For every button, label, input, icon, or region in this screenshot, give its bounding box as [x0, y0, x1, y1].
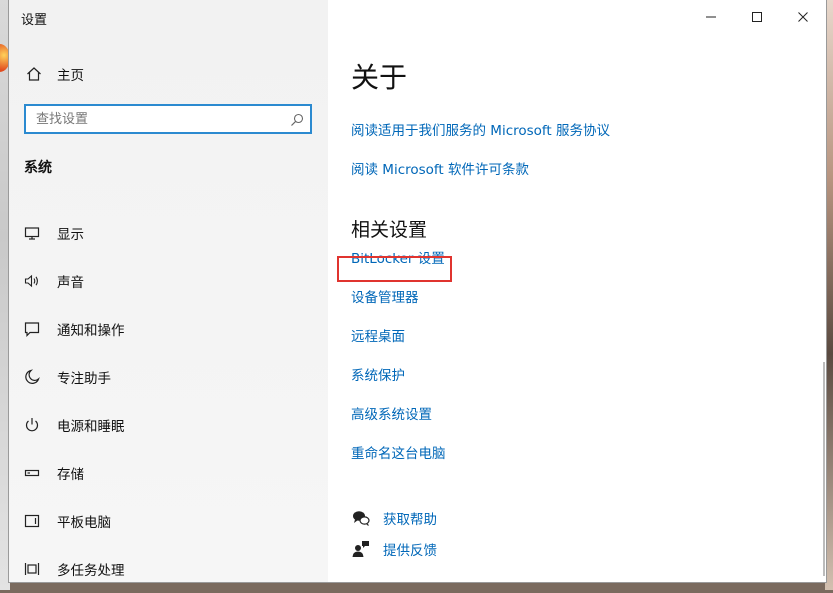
link-rename-pc[interactable]: 重命名这台电脑: [351, 442, 446, 462]
sidebar-home[interactable]: 主页: [9, 58, 328, 90]
maximize-button[interactable]: [734, 0, 780, 34]
page-title: 关于: [351, 61, 408, 94]
scrollbar[interactable]: [823, 362, 825, 576]
sidebar: 设置 主页 系统 显示 声: [9, 0, 328, 582]
search-box: [24, 104, 312, 134]
link-device-manager[interactable]: 设备管理器: [351, 286, 419, 306]
storage-icon: [23, 464, 41, 482]
related-settings-title: 相关设置: [351, 219, 428, 241]
get-help-label: 获取帮助: [383, 512, 437, 528]
minimize-button[interactable]: [688, 0, 734, 34]
moon-icon: [23, 368, 41, 386]
feedback-icon: [351, 539, 371, 559]
sidebar-item-multitasking[interactable]: 多任务处理: [9, 545, 328, 593]
settings-window: 设置 主页 系统 显示 声: [9, 0, 826, 582]
link-microsoft-services-agreement[interactable]: 阅读适用于我们服务的 Microsoft 服务协议: [351, 119, 610, 139]
sidebar-item-label: 声音: [57, 275, 84, 291]
minimize-icon: [705, 8, 717, 27]
tablet-icon: [23, 512, 41, 530]
close-button[interactable]: [780, 0, 826, 34]
multitask-icon: [23, 560, 41, 578]
sidebar-home-label: 主页: [57, 68, 84, 84]
close-icon: [797, 8, 809, 27]
sidebar-item-storage[interactable]: 存储: [9, 449, 328, 497]
maximize-icon: [751, 8, 763, 27]
sidebar-item-notifications[interactable]: 通知和操作: [9, 305, 328, 353]
sidebar-item-display[interactable]: 显示: [9, 209, 328, 257]
sidebar-item-tablet[interactable]: 平板电脑: [9, 497, 328, 545]
sidebar-item-focus-assist[interactable]: 专注助手: [9, 353, 328, 401]
main-content: 关于 阅读适用于我们服务的 Microsoft 服务协议 阅读 Microsof…: [328, 0, 826, 582]
give-feedback-row[interactable]: 提供反馈: [351, 539, 437, 559]
link-system-protection[interactable]: 系统保护: [351, 364, 405, 384]
sidebar-section-title: 系统: [24, 160, 52, 176]
sidebar-item-power-sleep[interactable]: 电源和睡眠: [9, 401, 328, 449]
sidebar-item-sound[interactable]: 声音: [9, 257, 328, 305]
sidebar-item-label: 平板电脑: [57, 515, 111, 531]
notification-icon: [23, 320, 41, 338]
get-help-row[interactable]: 获取帮助: [351, 508, 437, 528]
speaker-icon: [23, 272, 41, 290]
home-icon: [25, 65, 43, 83]
desktop-background-right: [825, 0, 833, 590]
sidebar-item-label: 存储: [57, 467, 84, 483]
search-input[interactable]: [26, 106, 286, 132]
sidebar-item-label: 通知和操作: [57, 323, 125, 339]
sidebar-item-label: 专注助手: [57, 371, 111, 387]
monitor-icon: [23, 224, 41, 242]
window-title: 设置: [21, 13, 48, 28]
highlight-box: [337, 256, 452, 282]
link-microsoft-license-terms[interactable]: 阅读 Microsoft 软件许可条款: [351, 158, 529, 178]
sidebar-nav: 显示 声音 通知和操作 专注助手 电源和睡眠 存储 平板电脑 多任务处理: [9, 209, 328, 593]
link-remote-desktop[interactable]: 远程桌面: [351, 325, 405, 345]
help-chat-icon: [351, 508, 371, 528]
power-icon: [23, 416, 41, 434]
sidebar-item-label: 电源和睡眠: [57, 419, 125, 435]
sidebar-item-label: 多任务处理: [57, 563, 125, 579]
sidebar-item-label: 显示: [57, 227, 84, 243]
link-advanced-system-settings[interactable]: 高级系统设置: [351, 403, 432, 423]
search-icon[interactable]: [290, 112, 304, 126]
give-feedback-label: 提供反馈: [383, 543, 437, 559]
